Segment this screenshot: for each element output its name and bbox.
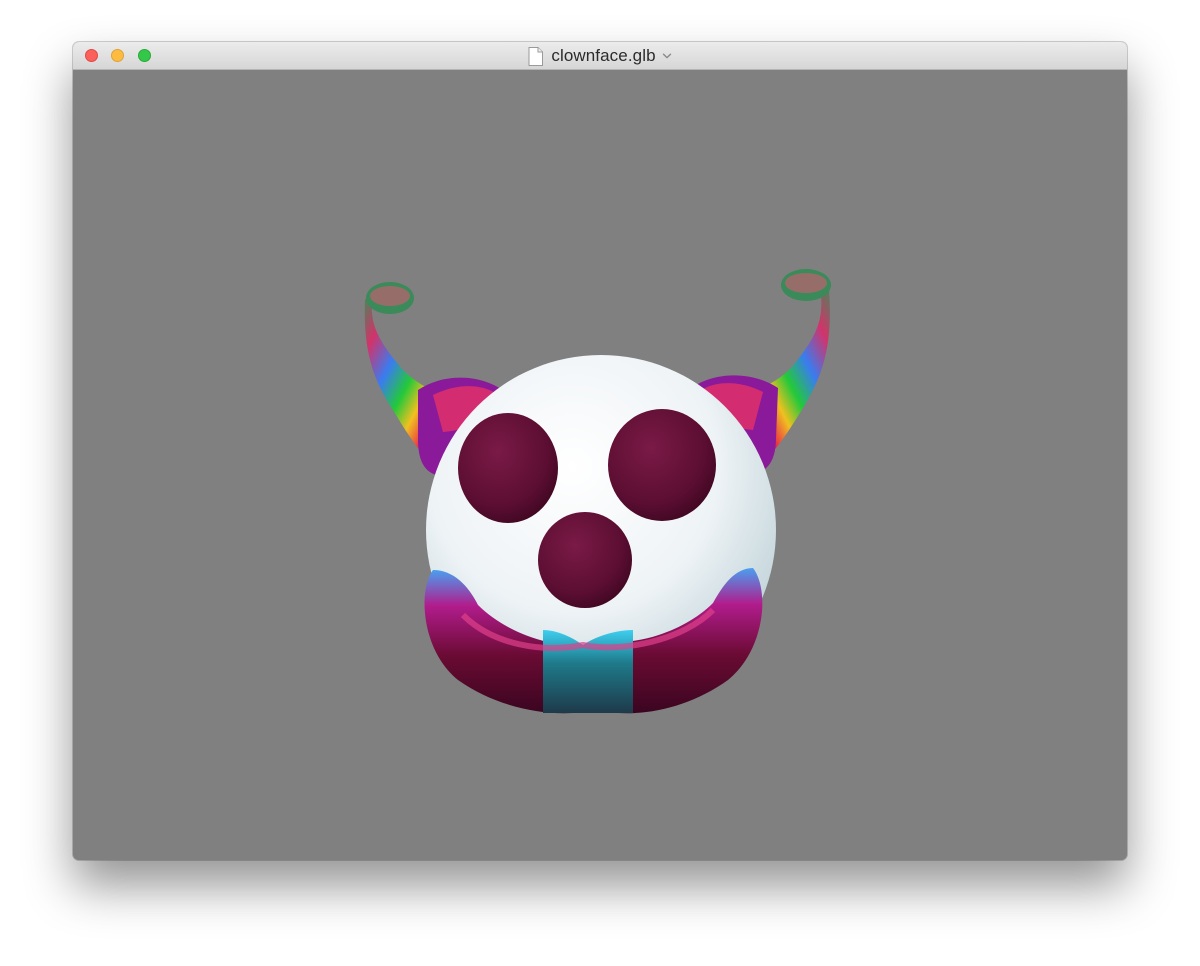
3d-viewport[interactable] <box>73 70 1127 860</box>
clown-face-model[interactable] <box>73 70 1127 860</box>
title-bar[interactable]: clownface.glb <box>73 42 1127 70</box>
model-viewer-window: clownface.glb <box>73 42 1127 860</box>
window-title-area[interactable]: clownface.glb <box>73 42 1127 70</box>
chevron-down-icon[interactable] <box>662 51 672 61</box>
right-eye <box>608 409 716 521</box>
document-icon <box>528 46 544 66</box>
left-eye <box>458 413 558 523</box>
window-title: clownface.glb <box>551 46 656 65</box>
nose <box>538 512 632 608</box>
